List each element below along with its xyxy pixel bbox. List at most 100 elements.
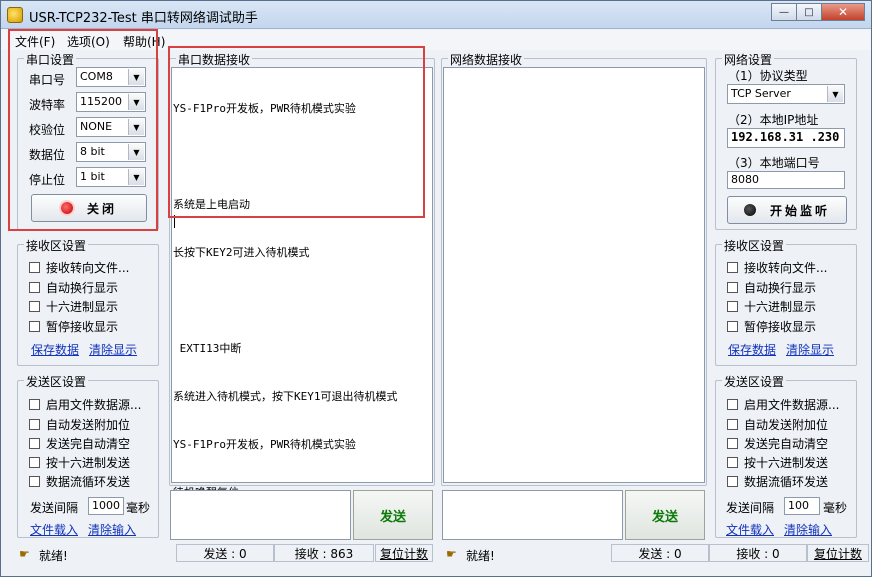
serial-clear-input-link[interactable]: 清除输入 (88, 521, 136, 538)
net-recv-title: 网络数据接收 (448, 51, 525, 68)
serial-send-option[interactable]: 按十六进制发送 (29, 454, 130, 471)
option-label: 十六进制显示 (46, 300, 119, 314)
app-window: USR-TCP232-Test 串口转网络调试助手 — □ ✕ 文件(F) 选项… (0, 0, 872, 577)
checkbox[interactable] (727, 282, 738, 293)
net-send-option[interactable]: 发送完自动清空 (727, 435, 828, 452)
checkbox[interactable] (29, 262, 40, 273)
status-icon: ☛ (19, 547, 30, 561)
checkbox[interactable] (727, 419, 738, 430)
serial-send-option[interactable]: 启用文件数据源... (29, 396, 141, 413)
option-label: 自动换行显示 (744, 281, 817, 295)
option-label: 十六进制显示 (744, 300, 817, 314)
start-listen-label: 开始监听 (769, 203, 830, 218)
net-recv-settings-title: 接收区设置 (722, 237, 787, 254)
net-recv-count: 接收 : 0 (709, 544, 807, 562)
net-send-textarea[interactable] (442, 490, 623, 540)
listen-status-led-icon (743, 204, 756, 216)
protocol-select[interactable]: TCP Server ▼ (727, 84, 845, 104)
net-file-load-link[interactable]: 文件载入 (726, 521, 774, 538)
option-label: 发送完自动清空 (744, 437, 829, 451)
option-label: 暂停接收显示 (744, 320, 817, 334)
net-send-button[interactable]: 发送 (625, 490, 705, 540)
serial-recv-option[interactable]: 暂停接收显示 (29, 318, 118, 335)
option-label: 暂停接收显示 (46, 320, 119, 334)
ip-input[interactable]: 192.168.31 .230 (727, 128, 845, 148)
serial-interval-unit: 毫秒 (126, 501, 151, 515)
checkbox[interactable] (727, 301, 738, 312)
checkbox[interactable] (29, 476, 40, 487)
recv-line: EXTI13中断 (173, 342, 242, 355)
checkbox[interactable] (29, 399, 40, 410)
option-label: 发送完自动清空 (46, 437, 131, 451)
net-send-option[interactable]: 自动发送附加位 (727, 416, 828, 433)
net-interval-unit: 毫秒 (823, 501, 848, 515)
net-interval-input[interactable]: 100 (784, 497, 820, 515)
option-label: 接收转向文件... (744, 261, 828, 275)
option-label: 自动换行显示 (46, 281, 119, 295)
net-recv-option[interactable]: 暂停接收显示 (727, 318, 816, 335)
option-label: 启用文件数据源... (46, 398, 142, 412)
option-label: 按十六进制发送 (46, 456, 131, 470)
checkbox[interactable] (29, 282, 40, 293)
serial-clear-display-link[interactable]: 清除显示 (89, 341, 137, 358)
checkbox[interactable] (29, 301, 40, 312)
net-interval-label: 发送间隔 (726, 501, 775, 515)
net-clear-display-link[interactable]: 清除显示 (786, 341, 834, 358)
checkbox[interactable] (727, 476, 738, 487)
serial-send-button[interactable]: 发送 (353, 490, 433, 540)
serial-send-textarea[interactable] (170, 490, 351, 540)
serial-send-settings-title: 发送区设置 (24, 373, 89, 390)
net-recv-textarea[interactable] (443, 67, 705, 483)
serial-send-option[interactable]: 自动发送附加位 (29, 416, 130, 433)
option-label: 启用文件数据源... (744, 398, 840, 412)
checkbox[interactable] (727, 457, 738, 468)
net-reset-count-button[interactable]: 复位计数 (807, 544, 869, 562)
checkbox[interactable] (727, 399, 738, 410)
highlight-serial-settings (8, 29, 158, 231)
net-clear-input-link[interactable]: 清除输入 (784, 521, 832, 538)
option-label: 数据流循环发送 (744, 475, 829, 489)
serial-recv-option[interactable]: 接收转向文件... (29, 259, 129, 276)
maximize-button[interactable]: □ (796, 3, 822, 21)
net-send-option[interactable]: 按十六进制发送 (727, 454, 828, 471)
ip-label: （2）本地IP地址 (728, 113, 819, 127)
highlight-serial-recv (168, 46, 425, 218)
net-save-data-link[interactable]: 保存数据 (728, 341, 776, 358)
net-recv-option[interactable]: 十六进制显示 (727, 298, 816, 315)
net-send-settings-title: 发送区设置 (722, 373, 787, 390)
status-text-right: 就绪! (466, 549, 495, 563)
minimize-button[interactable]: — (771, 3, 797, 21)
net-recv-option[interactable]: 接收转向文件... (727, 259, 827, 276)
local-port-label: （3）本地端口号 (728, 156, 820, 170)
net-recv-option[interactable]: 自动换行显示 (727, 279, 816, 296)
serial-send-option[interactable]: 数据流循环发送 (29, 473, 130, 490)
checkbox[interactable] (29, 438, 40, 449)
checkbox[interactable] (727, 321, 738, 332)
serial-send-option[interactable]: 发送完自动清空 (29, 435, 130, 452)
serial-reset-count-button[interactable]: 复位计数 (375, 544, 433, 562)
checkbox[interactable] (29, 457, 40, 468)
serial-recv-settings-title: 接收区设置 (24, 237, 89, 254)
local-port-input[interactable]: 8080 (727, 171, 845, 189)
protocol-value: TCP Server (731, 87, 791, 100)
serial-recv-option[interactable]: 自动换行显示 (29, 279, 118, 296)
checkbox[interactable] (29, 321, 40, 332)
option-label: 自动发送附加位 (744, 418, 829, 432)
checkbox[interactable] (727, 438, 738, 449)
start-listen-button[interactable]: 开始监听 (727, 196, 847, 224)
option-label: 按十六进制发送 (744, 456, 829, 470)
serial-recv-option[interactable]: 十六进制显示 (29, 298, 118, 315)
checkbox[interactable] (29, 419, 40, 430)
serial-save-data-link[interactable]: 保存数据 (31, 341, 79, 358)
serial-sent-count: 发送 : 0 (176, 544, 274, 562)
net-settings-title: 网络设置 (722, 51, 775, 68)
checkbox[interactable] (727, 262, 738, 273)
serial-interval-label: 发送间隔 (30, 501, 79, 515)
chevron-down-icon: ▼ (827, 86, 843, 102)
serial-interval-input[interactable]: 1000 (88, 497, 124, 515)
close-button[interactable]: ✕ (821, 3, 865, 21)
net-send-option[interactable]: 数据流循环发送 (727, 473, 828, 490)
net-send-option[interactable]: 启用文件数据源... (727, 396, 839, 413)
status-text-left: 就绪! (39, 549, 68, 563)
serial-file-load-link[interactable]: 文件载入 (30, 521, 78, 538)
